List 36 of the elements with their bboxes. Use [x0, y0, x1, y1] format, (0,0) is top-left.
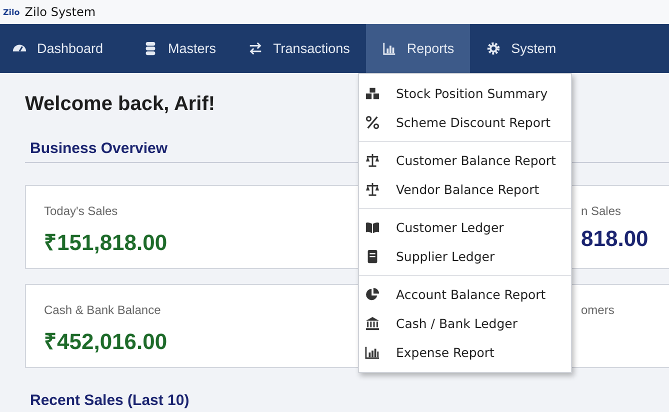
stat-value: ₹452,016.00 [44, 328, 168, 355]
book-icon [365, 249, 380, 264]
menu-item[interactable]: Vendor Balance Report [359, 175, 571, 204]
menu-item[interactable]: Cash / Bank Ledger [359, 309, 571, 338]
pie-chart-icon [365, 287, 380, 302]
menu-item[interactable]: Stock Position Summary [359, 79, 571, 108]
stat-value: ₹151,818.00 [44, 229, 168, 256]
menu-item[interactable]: Account Balance Report [359, 280, 571, 309]
nav-tab[interactable]: System [470, 24, 572, 73]
menu-item[interactable]: Customer Ledger [359, 213, 571, 242]
stat-label: Cash & Bank Balance [44, 303, 161, 317]
bank-icon [365, 316, 380, 331]
section-heading: Recent Sales (Last 10) [29, 392, 190, 409]
scales-icon [365, 182, 380, 197]
menu-item[interactable]: Scheme Discount Report [359, 108, 571, 137]
bar-chart-icon [382, 41, 397, 56]
app-logo: Zilo [3, 8, 20, 16]
stat-label: omers [581, 303, 614, 317]
nav-tab[interactable]: Masters [127, 24, 232, 73]
window-title: Zilo System [24, 5, 96, 19]
scales-icon [365, 153, 380, 168]
menu-item[interactable]: Expense Report [359, 338, 571, 367]
boxes-icon [365, 86, 380, 101]
gear-icon [486, 41, 502, 56]
greeting: Welcome back, Arif! [25, 93, 216, 116]
stat-value: 818.00 [581, 226, 648, 252]
stat-label: n Sales [581, 204, 622, 218]
percent-icon [365, 115, 380, 130]
swap-arrows-icon [248, 41, 264, 56]
open-book-icon [365, 220, 380, 235]
nav-tab[interactable]: Dashboard [0, 24, 128, 73]
stat-label: Today's Sales [44, 204, 118, 218]
nav-tab[interactable]: Reports [366, 24, 470, 73]
nav-tab[interactable]: Transactions [232, 24, 366, 73]
menu-item[interactable]: Supplier Ledger [359, 242, 571, 271]
bar-chart-icon [365, 345, 380, 360]
